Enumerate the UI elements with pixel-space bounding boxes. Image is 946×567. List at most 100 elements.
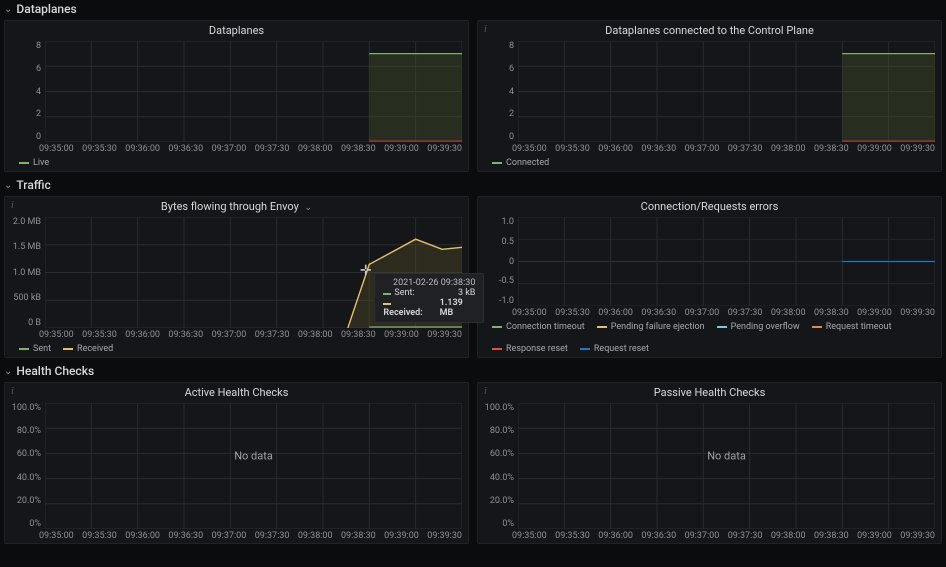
xtick: 09:35:00	[39, 330, 74, 340]
xtick: 09:38:00	[298, 531, 333, 541]
legend-item[interactable]: Connected	[492, 158, 549, 168]
xtick: 09:38:30	[814, 531, 849, 541]
xtick: 09:39:30	[900, 308, 935, 318]
section-header-dataplanes[interactable]: ⌄ Dataplanes	[0, 0, 946, 18]
legend-item[interactable]: Connection timeout	[492, 322, 585, 332]
info-icon[interactable]: i	[11, 200, 14, 211]
panel-passive-health[interactable]: i Passive Health Checks 100.0% 80.0% 60.…	[477, 382, 942, 544]
xtick: 09:36:00	[598, 308, 633, 318]
ytick: 80.0%	[11, 426, 41, 436]
xtick: 09:36:30	[168, 531, 203, 541]
xtick: 09:39:30	[900, 144, 935, 154]
panel-active-health[interactable]: i Active Health Checks 100.0% 80.0% 60.0…	[4, 382, 469, 544]
ytick: 80.0%	[484, 426, 514, 436]
chart-svg	[518, 217, 935, 306]
xtick: 09:36:00	[125, 144, 160, 154]
xtick: 09:36:00	[598, 144, 633, 154]
xtick: 09:37:00	[685, 531, 720, 541]
ytick: 8	[484, 41, 514, 51]
ytick: 40.0%	[11, 473, 41, 483]
legend-swatch	[492, 162, 502, 164]
section-header-health[interactable]: ⌄ Health Checks	[0, 362, 946, 380]
panel-title: i Bytes flowing through Envoy ⌄	[5, 197, 468, 215]
no-data-label: No data	[234, 449, 273, 462]
plot	[45, 41, 462, 142]
panel-title-text: Bytes flowing through Envoy	[161, 200, 299, 213]
xtick: 09:35:00	[39, 531, 74, 541]
xtick: 09:39:00	[384, 330, 419, 340]
y-axis: 100.0% 80.0% 60.0% 40.0% 20.0% 0%	[484, 403, 518, 529]
ytick: -0.5	[484, 276, 514, 286]
legend-item[interactable]: Pending failure ejection	[597, 322, 705, 332]
section-title: Dataplanes	[16, 2, 76, 16]
legend-item[interactable]: Response reset	[492, 344, 568, 354]
ytick: 8	[11, 41, 41, 51]
panel-connected[interactable]: i Dataplanes connected to the Control Pl…	[477, 20, 942, 172]
xtick: 09:38:00	[298, 330, 333, 340]
legend-item[interactable]: Request timeout	[812, 322, 892, 332]
xtick: 09:36:30	[168, 330, 203, 340]
legend-label: Request reset	[594, 344, 649, 354]
legend-item[interactable]: Received	[63, 344, 113, 354]
legend: Connected	[478, 156, 941, 171]
legend-item[interactable]: Live	[19, 158, 49, 168]
panel-title: Connection/Requests errors	[478, 197, 941, 215]
legend-swatch	[717, 326, 727, 328]
xtick: 09:38:30	[814, 308, 849, 318]
chart-area[interactable]: 8 6 4 2 0	[11, 41, 462, 142]
legend-label: Connection timeout	[506, 322, 585, 332]
chart-area[interactable]: 8 6 4 2 0	[484, 41, 935, 142]
section-header-traffic[interactable]: ⌄ Traffic	[0, 176, 946, 194]
panel-title-text: Active Health Checks	[185, 386, 289, 399]
y-axis: 8 6 4 2 0	[11, 41, 45, 142]
xtick: 09:37:00	[212, 330, 247, 340]
xtick: 09:39:30	[427, 531, 462, 541]
info-icon[interactable]: i	[11, 386, 14, 397]
chart-area[interactable]: 100.0% 80.0% 60.0% 40.0% 20.0% 0%	[11, 403, 462, 529]
xtick: 09:37:30	[728, 531, 763, 541]
ytick: 4	[484, 87, 514, 97]
x-axis: 09:35:00 09:35:30 09:36:00 09:36:30 09:3…	[5, 144, 468, 156]
legend-swatch	[492, 348, 502, 350]
xtick: 09:35:30	[555, 144, 590, 154]
legend-label: Received	[77, 344, 113, 354]
legend-swatch	[63, 348, 73, 350]
chart-area[interactable]: 100.0% 80.0% 60.0% 40.0% 20.0% 0%	[484, 403, 935, 529]
x-axis: 09:35:00 09:35:30 09:36:00 09:36:30 09:3…	[478, 144, 941, 156]
ytick: 0	[11, 132, 41, 142]
ytick: 500 kB	[11, 293, 41, 303]
panel-title: i Active Health Checks	[5, 383, 468, 401]
legend-item[interactable]: Pending overflow	[717, 322, 800, 332]
legend-item[interactable]: Request reset	[580, 344, 649, 354]
legend-label: Pending failure ejection	[611, 322, 705, 332]
panel-dataplanes[interactable]: Dataplanes 8 6 4 2 0	[4, 20, 469, 172]
row-traffic: i Bytes flowing through Envoy ⌄ 2.0 MB 1…	[0, 194, 946, 362]
ytick: 1.5 MB	[11, 242, 41, 252]
xtick: 09:39:00	[384, 531, 419, 541]
ytick: 6	[484, 64, 514, 74]
ytick: 100.0%	[484, 403, 514, 413]
info-icon[interactable]: i	[484, 24, 487, 35]
ytick: 2	[11, 109, 41, 119]
xtick: 09:37:30	[728, 308, 763, 318]
ytick: 2	[484, 109, 514, 119]
xtick: 09:39:00	[857, 531, 892, 541]
y-axis: 8 6 4 2 0	[484, 41, 518, 142]
legend: Connection timeout Pending failure eject…	[478, 320, 941, 357]
xtick: 09:37:00	[685, 144, 720, 154]
y-axis: 100.0% 80.0% 60.0% 40.0% 20.0% 0%	[11, 403, 45, 529]
info-icon[interactable]: i	[484, 386, 487, 397]
panel-title: Dataplanes	[5, 21, 468, 39]
panel-bytes[interactable]: i Bytes flowing through Envoy ⌄ 2.0 MB 1…	[4, 196, 469, 358]
panel-errors[interactable]: Connection/Requests errors 1.0 0.5 0 -0.…	[477, 196, 942, 358]
legend-item[interactable]: Sent	[19, 344, 51, 354]
chart-area[interactable]: 2.0 MB 1.5 MB 1.0 MB 500 kB 0 B	[11, 217, 462, 328]
xtick: 09:38:30	[341, 330, 376, 340]
chevron-down-icon[interactable]: ⌄	[305, 203, 313, 213]
chart-svg	[45, 41, 462, 142]
xtick: 09:36:00	[125, 531, 160, 541]
y-axis: 2.0 MB 1.5 MB 1.0 MB 500 kB 0 B	[11, 217, 45, 328]
legend-swatch	[19, 348, 29, 350]
chart-area[interactable]: 1.0 0.5 0 -0.5 -1.0	[484, 217, 935, 306]
xtick: 09:35:00	[39, 144, 74, 154]
